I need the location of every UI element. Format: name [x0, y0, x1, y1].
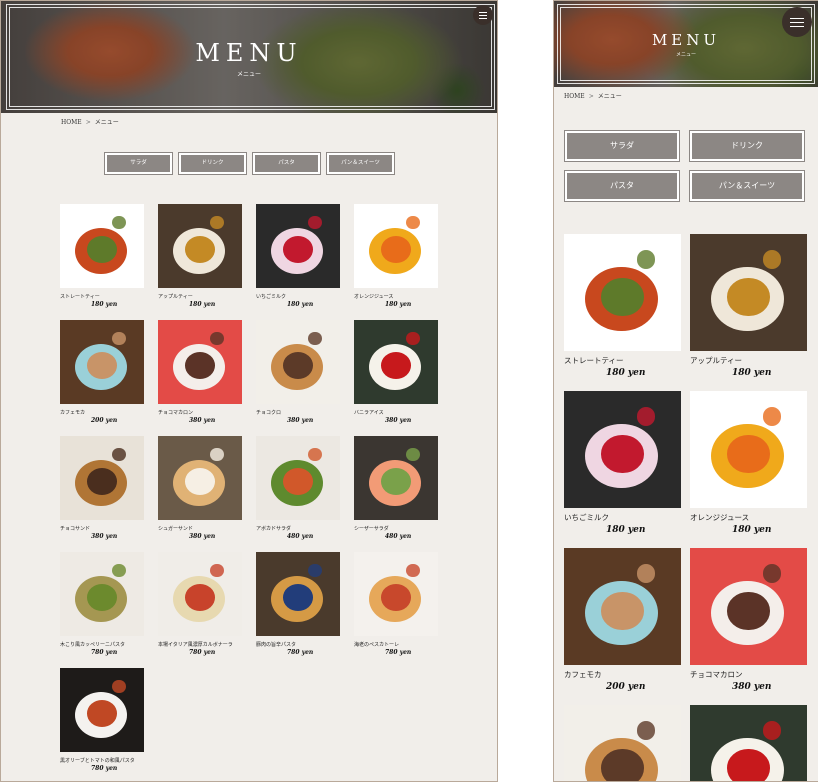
menu-item-photo[interactable]: [564, 234, 681, 351]
menu-item-price: 180 yen: [606, 368, 646, 378]
menu-item-name: いちごミルク: [564, 513, 609, 522]
menu-item-name: アボカドサラダ: [256, 526, 292, 532]
menu-item-name: いちごミルク: [256, 294, 287, 300]
breadcrumb-home-link[interactable]: HOME: [564, 93, 585, 100]
menu-item-price: 380 yen: [287, 417, 314, 424]
menu-item-photo[interactable]: [60, 552, 144, 636]
menu-item-photo[interactable]: [354, 320, 438, 404]
menu-item-name: 黒オリーブとトマトの和風パスタ: [60, 758, 135, 764]
menu-item-photo[interactable]: [564, 705, 681, 781]
menu-item-name: オレンジジュース: [690, 513, 750, 522]
menu-item-photo[interactable]: [60, 204, 144, 288]
page-title-mobile: MENU: [651, 31, 721, 49]
category-button-pasta-mobile[interactable]: パスタ: [564, 170, 680, 202]
menu-item-price: 380 yen: [732, 682, 772, 692]
menu-item-photo[interactable]: [690, 234, 807, 351]
menu-item-price: 380 yen: [189, 533, 216, 540]
menu-item-name: チョコサンド: [60, 526, 91, 532]
menu-item-name: カフェモカ: [60, 410, 86, 416]
menu-item-price: 780 yen: [287, 649, 314, 656]
menu-item-price: 380 yen: [189, 417, 216, 424]
menu-item-name: ストレートティー: [60, 294, 100, 300]
category-button-pasta[interactable]: パスタ: [252, 152, 321, 175]
menu-item-name: 木こり風カッペリーニパスタ: [60, 642, 126, 648]
menu-item-price: 380 yen: [91, 533, 118, 540]
menu-item-photo[interactable]: [256, 320, 340, 404]
menu-item-price: 180 yen: [732, 525, 772, 535]
menu-item-photo[interactable]: [690, 705, 807, 781]
menu-item-price: 380 yen: [385, 417, 412, 424]
hero-banner-mobile: MENU メニュー: [554, 1, 818, 87]
menu-item-price: 200 yen: [91, 417, 118, 424]
menu-item-price: 180 yen: [385, 301, 412, 308]
desktop-preview: MENU メニュー HOME > メニュー サラダ ドリンク パスタ パン＆スイーツ…: [0, 0, 498, 782]
menu-item-name: シュガーサンド: [158, 526, 193, 532]
menu-item-price: 180 yen: [287, 301, 314, 308]
menu-item-price: 180 yen: [189, 301, 216, 308]
menu-item-photo[interactable]: [354, 204, 438, 288]
menu-item-name: チョコマカロン: [690, 670, 743, 679]
menu-item-photo[interactable]: [60, 668, 144, 752]
menu-item-photo[interactable]: [256, 204, 340, 288]
menu-item-photo[interactable]: [158, 552, 242, 636]
menu-item-photo[interactable]: [158, 320, 242, 404]
category-button-drink[interactable]: ドリンク: [178, 152, 247, 175]
menu-item-photo[interactable]: [158, 204, 242, 288]
menu-item-photo[interactable]: [60, 320, 144, 404]
menu-item-price: 180 yen: [732, 368, 772, 378]
breadcrumb-current: メニュー: [94, 119, 119, 126]
menu-item-photo[interactable]: [564, 391, 681, 508]
breadcrumb-mobile: HOME > メニュー: [564, 91, 622, 100]
menu-item-photo[interactable]: [690, 391, 807, 508]
menu-item-name: カフェモカ: [564, 670, 602, 679]
category-button-salad[interactable]: サラダ: [104, 152, 173, 175]
category-button-salad-mobile[interactable]: サラダ: [564, 130, 680, 162]
breadcrumb-separator: >: [85, 119, 91, 126]
menu-item-price: 780 yen: [91, 765, 118, 772]
menu-item-name: シーザーサラダ: [354, 526, 389, 532]
menu-item-name: 豚肉の旨辛パスタ: [256, 642, 297, 648]
hamburger-menu-button-mobile[interactable]: [782, 7, 812, 37]
menu-item-price: 180 yen: [91, 301, 118, 308]
menu-item-name: 本場イタリア風濃厚カルボナーラ: [158, 642, 233, 648]
page-subtitle: メニュー: [236, 71, 261, 78]
menu-item-price: 480 yen: [287, 533, 314, 540]
hero-banner: MENU メニュー: [1, 1, 497, 113]
menu-item-photo[interactable]: [354, 436, 438, 520]
menu-item-name: アップルティー: [690, 356, 743, 365]
page-subtitle-mobile: メニュー: [675, 52, 696, 58]
menu-item-photo[interactable]: [256, 436, 340, 520]
menu-item-price: 780 yen: [385, 649, 412, 656]
breadcrumb-home-link[interactable]: HOME: [61, 119, 82, 126]
breadcrumb-separator: >: [588, 93, 594, 100]
category-button-drink-mobile[interactable]: ドリンク: [689, 130, 805, 162]
menu-item-name: バニラアイス: [354, 410, 384, 416]
category-button-bread-sweets[interactable]: パン＆スイーツ: [326, 152, 395, 175]
page-title: MENU: [195, 39, 303, 67]
menu-item-photo[interactable]: [256, 552, 340, 636]
hamburger-menu-button[interactable]: [473, 5, 493, 25]
menu-item-name: アップルティー: [158, 294, 193, 300]
menu-item-price: 780 yen: [189, 649, 216, 656]
menu-item-name: チョコマカロン: [158, 410, 194, 416]
mobile-preview: MENU メニュー HOME > メニュー サラダ ドリンク パスタ パン＆スイーツ…: [553, 0, 818, 782]
menu-item-price: 180 yen: [606, 525, 646, 535]
menu-item-photo[interactable]: [60, 436, 144, 520]
breadcrumb: HOME > メニュー: [61, 117, 119, 126]
menu-item-photo[interactable]: [354, 552, 438, 636]
breadcrumb-current: メニュー: [597, 93, 622, 100]
menu-item-name: 海老のペスカトーレ: [354, 642, 400, 648]
menu-item-name: ストレートティー: [564, 356, 624, 365]
menu-item-price: 480 yen: [385, 533, 412, 540]
category-button-bread-sweets-mobile[interactable]: パン＆スイーツ: [689, 170, 805, 202]
menu-item-price: 200 yen: [606, 682, 646, 692]
menu-item-photo[interactable]: [158, 436, 242, 520]
menu-item-name: チョコクロ: [256, 410, 282, 416]
menu-item-name: オレンジジュース: [354, 294, 394, 300]
menu-item-photo[interactable]: [690, 548, 807, 665]
menu-item-photo[interactable]: [564, 548, 681, 665]
menu-item-price: 780 yen: [91, 649, 118, 656]
